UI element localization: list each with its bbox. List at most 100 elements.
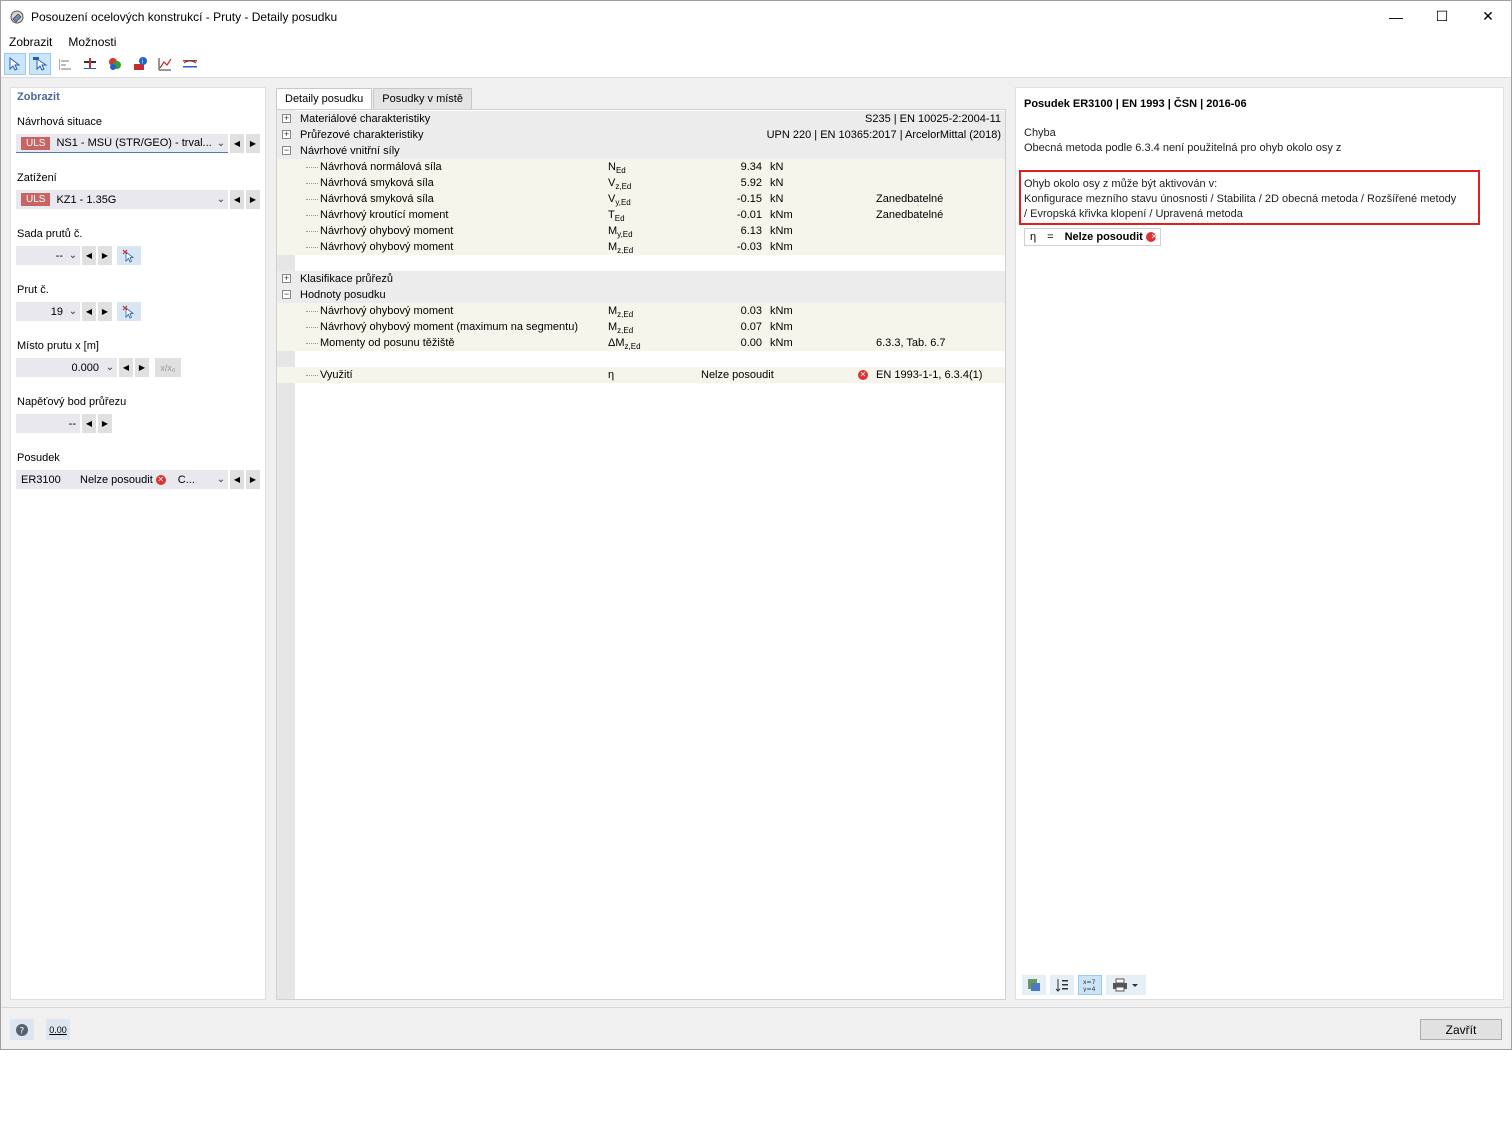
stress-point-select[interactable]: --	[16, 414, 80, 433]
check-id: ER3100	[21, 473, 61, 486]
uls-badge: ULS	[21, 193, 51, 206]
tab-bar: Detaily posudku Posudky v místě	[276, 88, 473, 109]
close-window-button[interactable]: ✕	[1465, 1, 1511, 32]
section-cross-section[interactable]: + Průřezové charakteristiky UPN 220 | EN…	[277, 127, 1005, 143]
table-row[interactable]: Návrhová smyková síla Vy,Ed -0.15 kN Zanedba…	[277, 191, 1005, 207]
expand-icon[interactable]: +	[282, 130, 291, 139]
table-row[interactable]: Návrhová smyková síla Vz,Ed 5.92 kN	[277, 175, 1005, 191]
print-icon[interactable]	[1106, 975, 1146, 995]
error-icon: ✕	[1145, 232, 1158, 242]
table-row[interactable]: Návrhový ohybový moment My,Ed 6.13 kNm	[277, 223, 1005, 239]
help-icon[interactable]: ?	[10, 1019, 34, 1040]
loading-select[interactable]: ULS KZ1 - 1.35G ⌄	[16, 190, 228, 209]
chevron-down-icon: ⌄	[68, 250, 78, 261]
utilization-row[interactable]: Využití η Nelze posoudit ✕ EN 1993-1-1, …	[277, 367, 1005, 383]
info-model-icon[interactable]: i	[129, 53, 151, 75]
row-label: Návrhový ohybový moment	[320, 305, 454, 317]
menu-moznosti[interactable]: Možnosti	[60, 35, 124, 49]
next-arrow-icon[interactable]: ▶	[246, 190, 260, 209]
member-set-value: --	[55, 249, 63, 262]
row-value: 0.03	[740, 305, 762, 317]
formula-icon[interactable]: x=7 y=4	[1078, 975, 1102, 995]
row-label: Návrhový kroutící moment	[320, 209, 449, 221]
member-select[interactable]: 19 ⌄	[16, 302, 80, 321]
prev-arrow-icon[interactable]: ◀	[82, 302, 96, 321]
chevron-down-icon: ⌄	[216, 194, 226, 205]
loading-value: KZ1 - 1.35G	[56, 193, 117, 206]
section-check-values[interactable]: − Hodnoty posudku	[277, 287, 1005, 303]
section-icon[interactable]	[79, 53, 101, 75]
units-icon[interactable]: 0.00	[46, 1019, 70, 1040]
result-equals: =	[1047, 231, 1054, 243]
row-symbol: Mz,Ed	[608, 305, 634, 320]
table-row[interactable]: Návrhový ohybový moment Mz,Ed 0.03 kNm	[277, 303, 1005, 319]
pick-member-icon[interactable]	[117, 302, 141, 321]
design-situation-select[interactable]: ULS NS1 - MSÚ (STR/GEO) - trval... ⌄	[16, 134, 228, 153]
maximize-button[interactable]: ☐	[1419, 1, 1465, 32]
collapse-icon[interactable]: −	[282, 290, 291, 299]
tab-checks-at-location[interactable]: Posudky v místě	[373, 88, 472, 109]
section-label: Hodnoty posudku	[300, 289, 386, 301]
stress-point-value: --	[68, 417, 76, 430]
table-row[interactable]: Návrhový ohybový moment Mz,Ed -0.03 kNm	[277, 239, 1005, 255]
section-label: Průřezové charakteristiky	[300, 129, 424, 141]
row-label: Návrhový ohybový moment (maximum na segm…	[320, 321, 578, 333]
row-unit: kNm	[770, 241, 793, 253]
prev-arrow-icon[interactable]: ◀	[119, 358, 133, 377]
next-arrow-icon[interactable]: ▶	[246, 134, 260, 153]
close-button[interactable]: Zavřít	[1420, 1019, 1502, 1040]
menu-zobrazit[interactable]: Zobrazit	[1, 35, 60, 49]
check-select[interactable]: ER3100 Nelze posoudit ✕ C... ⌄	[16, 470, 228, 489]
section-classification[interactable]: + Klasifikace průřezů	[277, 271, 1005, 287]
row-note: Zanedbatelné	[876, 193, 944, 205]
collapse-icon[interactable]: −	[282, 146, 291, 155]
select-member-icon[interactable]	[29, 53, 51, 75]
row-value: 0.00	[740, 337, 762, 349]
prev-arrow-icon[interactable]: ◀	[230, 190, 244, 209]
panel-header: Zobrazit	[17, 91, 60, 103]
uls-badge: ULS	[21, 136, 51, 150]
relative-location-button[interactable]: x/x₀	[155, 358, 181, 377]
row-unit: kNm	[770, 337, 793, 349]
next-arrow-icon[interactable]: ▶	[135, 358, 149, 377]
expand-icon[interactable]: +	[282, 274, 291, 283]
pick-member-set-icon[interactable]	[117, 246, 141, 265]
next-arrow-icon[interactable]: ▶	[98, 414, 112, 433]
section-internal-forces[interactable]: − Návrhové vnitřní síly	[277, 143, 1005, 159]
table-row[interactable]: Momenty od posunu těžiště ΔMz,Ed 0.00 kNm 6.…	[277, 335, 1005, 351]
prev-arrow-icon[interactable]: ◀	[230, 470, 244, 489]
expand-icon[interactable]: +	[282, 114, 291, 123]
row-unit: kN	[770, 193, 784, 205]
next-arrow-icon[interactable]: ▶	[246, 470, 260, 489]
row-symbol: Mz,Ed	[608, 321, 634, 336]
navigator-panel: Zobrazit Návrhová situace ULS NS1 - MSÚ …	[10, 87, 266, 1000]
next-arrow-icon[interactable]: ▶	[98, 302, 112, 321]
table-row[interactable]: Návrhový ohybový moment (maximum na segm…	[277, 319, 1005, 335]
select-pointer-icon[interactable]	[4, 53, 26, 75]
member-set-select[interactable]: -- ⌄	[16, 246, 80, 265]
prev-arrow-icon[interactable]: ◀	[230, 134, 244, 153]
diagram-icon[interactable]	[154, 53, 176, 75]
hint-line-3: / Evropská křivka klopení / Upravená met…	[1024, 208, 1243, 220]
chevron-down-icon: ⌄	[216, 474, 226, 485]
chevron-down-icon: ⌄	[68, 306, 78, 317]
window-title: Posouzení ocelových konstrukcí - Pruty -…	[31, 9, 338, 24]
export-icon[interactable]	[1022, 975, 1046, 995]
location-select[interactable]: 0.000 ⌄	[16, 358, 117, 377]
result-lines-icon[interactable]	[179, 53, 201, 75]
utilization-value: Nelze posoudit	[701, 369, 774, 381]
section-material[interactable]: + Materiálové charakteristiky S235 | EN …	[277, 111, 1005, 127]
tab-check-details[interactable]: Detaily posudku	[276, 88, 373, 109]
color-check-icon[interactable]	[104, 53, 126, 75]
minimize-button[interactable]: —	[1373, 1, 1419, 32]
next-arrow-icon[interactable]: ▶	[98, 246, 112, 265]
hint-line-2: Konfigurace mezního stavu únosnosti / St…	[1024, 193, 1457, 205]
sort-list-icon[interactable]	[1050, 975, 1074, 995]
table-row[interactable]: Návrhová normálová síla NEd 9.34 kN	[277, 159, 1005, 175]
prev-arrow-icon[interactable]: ◀	[82, 246, 96, 265]
hint-line-1: Ohyb okolo osy z může být aktivován v:	[1024, 178, 1218, 190]
prev-arrow-icon[interactable]: ◀	[82, 414, 96, 433]
table-row[interactable]: Návrhový kroutící moment TEd -0.01 kNm Zaned…	[277, 207, 1005, 223]
check-status: Nelze posoudit	[80, 473, 153, 486]
align-icon[interactable]	[54, 53, 76, 75]
